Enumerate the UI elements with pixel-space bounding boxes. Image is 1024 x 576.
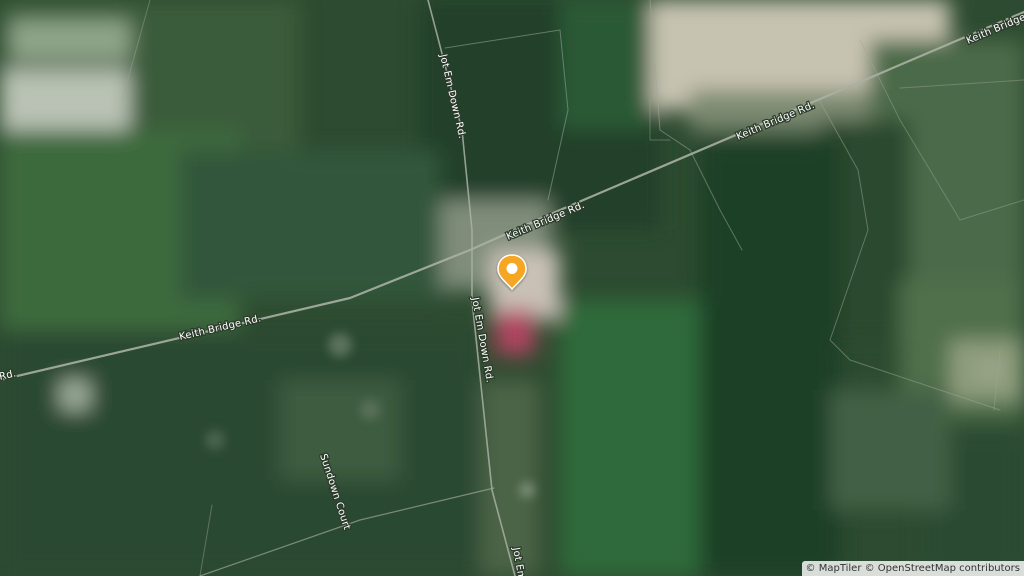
osm-attribution-link[interactable]: © OpenStreetMap contributors bbox=[865, 563, 1020, 574]
maptiler-attribution-link[interactable]: © MapTiler bbox=[806, 563, 862, 574]
map-attribution: © MapTiler © OpenStreetMap contributors bbox=[801, 561, 1024, 576]
map-canvas[interactable]: Rd. Keith Bridge Rd. Keith Bridge Rd. Ke… bbox=[0, 0, 1024, 576]
